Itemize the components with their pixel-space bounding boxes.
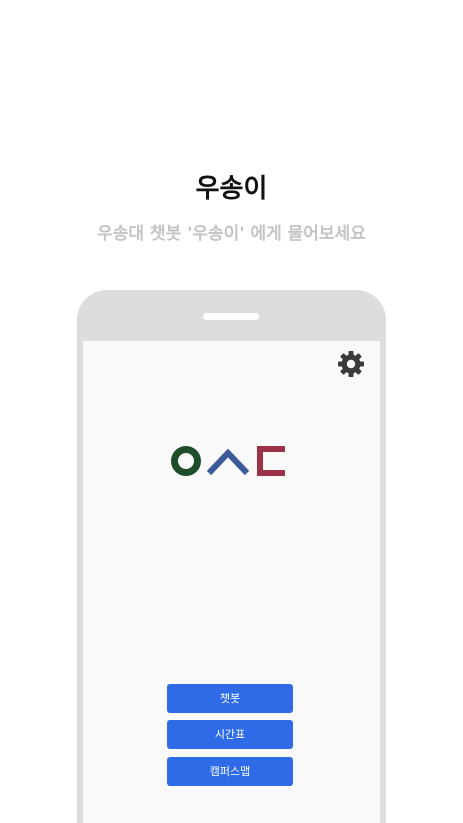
chatbot-button[interactable]: 챗봇 bbox=[167, 684, 293, 713]
phone-mockup: 챗봇 시간표 캠퍼스맵 bbox=[77, 290, 386, 823]
logo-chevron bbox=[206, 448, 250, 476]
logo-circle bbox=[171, 446, 201, 476]
gear-icon[interactable] bbox=[337, 350, 365, 378]
gear-icon-svg bbox=[338, 351, 364, 377]
page-subtitle: 우송대 챗봇 '우송이' 에게 물어보세요 bbox=[97, 224, 366, 244]
phone-speaker bbox=[203, 313, 259, 320]
timetable-button[interactable]: 시간표 bbox=[167, 720, 293, 749]
landing-page: 우송이 우송대 챗봇 '우송이' 에게 물어보세요 챗봇 시간표 캠퍼스맵 bbox=[0, 0, 463, 823]
page-title: 우송이 bbox=[195, 174, 268, 204]
logo-bracket bbox=[257, 446, 285, 476]
university-logo bbox=[171, 446, 285, 476]
campus-map-button[interactable]: 캠퍼스맵 bbox=[167, 757, 293, 786]
app-screen: 챗봇 시간표 캠퍼스맵 bbox=[83, 341, 380, 823]
